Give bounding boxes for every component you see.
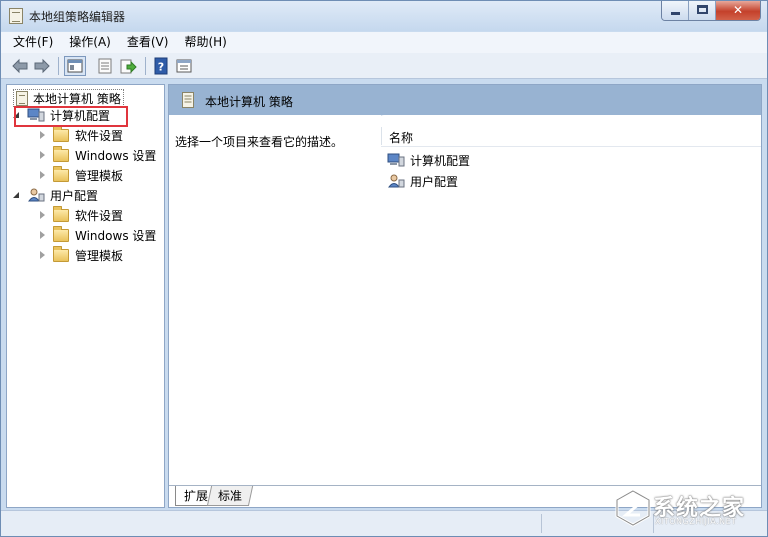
menu-action[interactable]: 操作(A) <box>69 32 111 53</box>
maximize-icon <box>697 5 708 14</box>
window-controls: ✕ <box>661 1 761 21</box>
policy-document-icon <box>16 90 28 106</box>
back-arrow-icon[interactable] <box>11 57 29 75</box>
folder-icon <box>53 125 69 142</box>
show-hide-tree-icon[interactable] <box>64 56 86 76</box>
minimize-icon <box>671 12 680 15</box>
column-name-label[interactable]: 名称 <box>389 129 413 146</box>
menu-file[interactable]: 文件(F) <box>13 32 53 53</box>
tree-pane: 本地计算机 策略 计算机配置 软件设置 Windows 设置 管理模板 用户配置… <box>6 84 165 508</box>
tree-item-label: 软件设置 <box>75 208 124 223</box>
expand-arrow-icon[interactable] <box>37 229 49 241</box>
expand-arrow-icon[interactable] <box>37 209 49 221</box>
detail-header: 本地计算机 策略 <box>169 85 761 115</box>
menu-bar: 文件(F) 操作(A) 查看(V) 帮助(H) <box>1 32 767 53</box>
filter-icon[interactable] <box>175 57 193 75</box>
folder-icon <box>53 245 69 262</box>
maximize-button[interactable] <box>689 1 716 20</box>
tree-item-admin-templates[interactable]: 管理模板 <box>37 165 123 185</box>
tree-item-user-windows-settings[interactable]: Windows 设置 <box>37 225 156 245</box>
watermark: 系统之家 XITONGZHIJIA.NET <box>611 486 761 530</box>
folder-icon <box>53 205 69 222</box>
tree-item-label: Windows 设置 <box>75 148 157 163</box>
collapse-arrow-icon[interactable] <box>11 189 23 201</box>
policy-editor-icon <box>9 8 23 24</box>
watermark-logo-icon <box>615 489 651 527</box>
minimize-button[interactable] <box>662 1 689 20</box>
tree-item-user-software-settings[interactable]: 软件设置 <box>37 205 123 225</box>
expand-arrow-icon[interactable] <box>37 149 49 161</box>
menu-help[interactable]: 帮助(H) <box>184 32 226 53</box>
export-list-icon[interactable] <box>119 57 137 75</box>
toolbar-separator <box>145 57 146 75</box>
computer-icon <box>387 153 405 167</box>
tree-item-label: Windows 设置 <box>75 228 157 243</box>
svg-text:?: ? <box>158 61 164 74</box>
user-icon <box>387 174 405 188</box>
title-bar[interactable]: 本地组策略编辑器 ✕ <box>1 1 767 31</box>
app-window: 本地组策略编辑器 ✕ 文件(F) 操作(A) 查看(V) 帮助(H) ? 本地计… <box>0 0 768 537</box>
status-separator <box>541 514 542 533</box>
policy-document-icon <box>182 92 194 111</box>
tree-item-user-admin-templates[interactable]: 管理模板 <box>37 245 123 265</box>
close-button[interactable]: ✕ <box>716 1 760 20</box>
expand-arrow-icon[interactable] <box>37 249 49 261</box>
tree-item-label: 管理模板 <box>75 248 124 263</box>
tree-item-windows-settings[interactable]: Windows 设置 <box>37 145 156 165</box>
toolbar-separator <box>58 57 59 75</box>
menu-view[interactable]: 查看(V) <box>127 32 169 53</box>
help-icon[interactable]: ? <box>152 57 170 75</box>
window-title: 本地组策略编辑器 <box>29 10 126 24</box>
folder-icon <box>53 165 69 182</box>
tree-item-label: 用户配置 <box>50 188 99 203</box>
watermark-url: XITONGZHIJIA.NET <box>655 517 737 526</box>
description-text: 选择一个项目来查看它的描述。 <box>175 135 344 149</box>
folder-icon <box>53 145 69 162</box>
folder-icon <box>53 225 69 242</box>
detail-header-title: 本地计算机 策略 <box>205 95 293 109</box>
toolbar: ? <box>1 53 767 79</box>
properties-icon[interactable] <box>96 57 114 75</box>
tree-item-user-config[interactable]: 用户配置 <box>11 185 98 205</box>
column-divider <box>381 127 382 145</box>
highlight-box <box>14 106 128 127</box>
detail-pane: 本地计算机 策略 选择一个项目来查看它的描述。 名称 计算机配置 用户配置 扩展… <box>168 84 762 508</box>
tree-item-label: 软件设置 <box>75 128 124 143</box>
column-header[interactable]: 名称 <box>381 125 761 147</box>
expand-arrow-icon[interactable] <box>37 169 49 181</box>
tree-root-label: 本地计算机 策略 <box>33 91 121 106</box>
tree-item-label: 管理模板 <box>75 168 124 183</box>
tree-item-software-settings[interactable]: 软件设置 <box>37 125 123 145</box>
tab-standard-label: 标准 <box>218 489 243 503</box>
close-icon: ✕ <box>732 3 744 17</box>
list-item-user-config[interactable]: 用户配置 <box>387 172 458 190</box>
user-icon <box>27 188 45 202</box>
forward-arrow-icon[interactable] <box>33 57 51 75</box>
list-item-label: 用户配置 <box>410 174 459 189</box>
tab-standard[interactable]: 标准 <box>206 486 254 506</box>
list-item-computer-config[interactable]: 计算机配置 <box>387 151 470 169</box>
expand-arrow-icon[interactable] <box>37 129 49 141</box>
list-item-label: 计算机配置 <box>410 153 471 168</box>
